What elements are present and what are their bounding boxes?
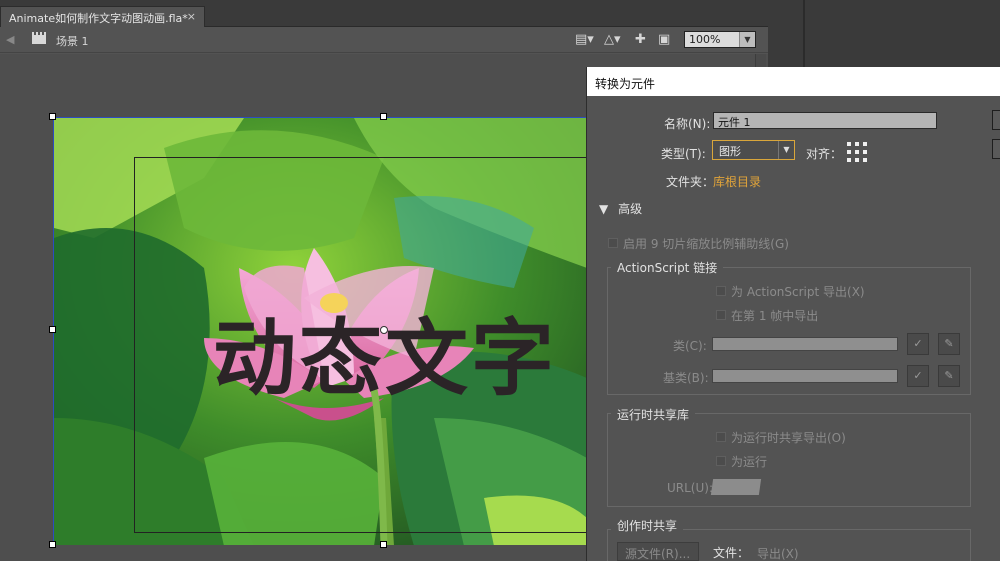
runtime-group-title: 运行时共享库 [611,406,696,423]
clip-stage-icon[interactable]: ▣ [658,32,670,47]
document-tab-title: Animate如何制作文字动图动画.fla* [9,12,188,25]
checkmark-icon[interactable]: ✓ [907,333,929,355]
type-label: 类型(T): [661,147,706,161]
checkmark-icon[interactable]: ✓ [907,365,929,387]
convert-to-symbol-dialog: 转换为元件 名称(N): 元件 1 类型(T): 图形 ▼ 对齐： 文件夹： 库… [586,67,1000,561]
folder-label: 文件夹： [666,175,715,189]
transform-handle-top-left[interactable] [49,113,56,120]
export-runtime-label: 为运行时共享导出(O) [731,431,846,445]
import-runtime-checkbox[interactable] [716,456,726,466]
export-frame1-checkbox[interactable] [716,310,726,320]
triangle-down-icon: ▼ [599,202,609,216]
edit-scene-icon[interactable]: ▤▾ [575,32,594,47]
dialog-title: 转换为元件 [587,67,1000,96]
edit-symbols-icon[interactable]: △▾ [604,32,621,47]
document-tab-bar: Animate如何制作文字动图动画.fla* × [0,0,768,27]
export-label: 导出(X) [757,547,799,561]
zoom-select[interactable]: 100% ▼ [684,31,756,48]
scene-clapper-icon [32,32,46,44]
name-label: 名称(N): [664,117,711,131]
type-value: 图形 [719,145,741,158]
align-label: 对齐： [806,147,843,161]
class-label: 类(C): [673,339,707,353]
import-runtime-label: 为运行 [731,455,768,469]
symbol-type-select[interactable]: 图形 ▼ [712,140,795,160]
symbol-name-input[interactable]: 元件 1 [713,112,937,129]
class-input[interactable] [712,337,898,351]
enable-9slice-checkbox[interactable] [608,238,618,248]
author-group-title: 创作时共享 [611,517,684,534]
registration-grid-icon[interactable] [845,140,867,162]
transform-handle-bottom-left[interactable] [49,541,56,548]
close-tab-icon[interactable]: × [187,10,196,23]
runtime-shared-library-group [607,413,971,507]
document-tab[interactable]: Animate如何制作文字动图动画.fla* × [0,6,205,27]
base-class-input[interactable] [712,369,898,383]
back-arrow-icon[interactable]: ◀ [6,33,14,46]
url-label: URL(U): [667,481,713,495]
pencil-icon[interactable]: ✎ [938,333,960,355]
edit-bar: ◀ 场景 1 ▤▾ △▾ ✚ ▣ 100% ▼ [0,27,768,53]
chevron-down-icon[interactable]: ▼ [778,141,794,159]
file-label: 文件： [713,546,750,560]
advanced-label: 高级 [618,202,643,216]
cancel-button[interactable] [992,139,1000,159]
export-runtime-checkbox[interactable] [716,432,726,442]
advanced-toggle[interactable]: ▼ 高级 [599,200,642,217]
scene-label[interactable]: 场景 1 [56,33,89,49]
enable-9slice-label: 启用 9 切片缩放比例辅助线(G) [623,237,789,251]
center-stage-icon[interactable]: ✚ [635,32,646,47]
transform-handle-top-center[interactable] [380,113,387,120]
transform-center-point[interactable] [380,326,388,334]
folder-link[interactable]: 库根目录 [713,173,761,190]
panel-divider[interactable] [803,0,805,70]
ok-button[interactable] [992,110,1000,130]
chevron-down-icon[interactable]: ▼ [739,32,755,47]
base-class-label: 基类(B): [663,371,709,385]
url-input[interactable] [710,479,762,495]
actionscript-group-title: ActionScript 链接 [611,259,724,276]
text-clip: 动态文字 [53,117,586,545]
transform-handle-middle-left[interactable] [49,326,56,333]
source-file-button[interactable]: 源文件(R)... [617,542,699,561]
zoom-value: 100% [689,33,721,46]
pencil-icon[interactable]: ✎ [938,365,960,387]
export-for-as-checkbox[interactable] [716,286,726,296]
export-for-as-label: 为 ActionScript 导出(X) [731,285,865,299]
transform-handle-bottom-center[interactable] [380,541,387,548]
export-frame1-label: 在第 1 帧中导出 [731,309,819,323]
dynamic-text-object[interactable]: 动态文字 [213,291,557,411]
